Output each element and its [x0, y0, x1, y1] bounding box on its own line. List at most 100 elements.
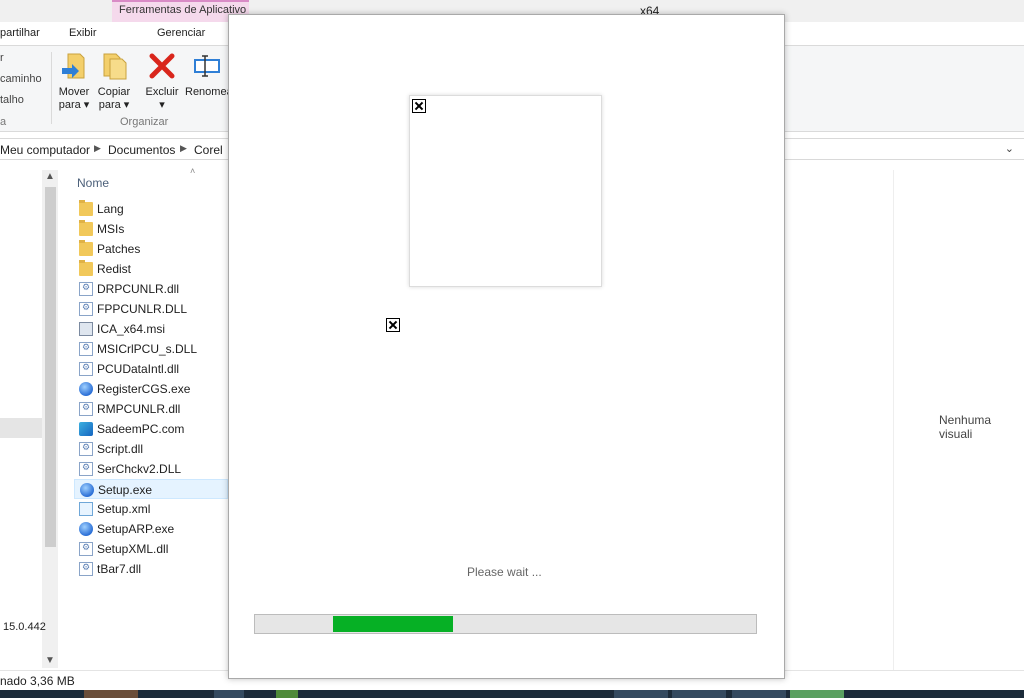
ribbon-left-label-3[interactable]: talho: [0, 94, 24, 106]
move-to-sublabel: para ▾: [58, 99, 90, 111]
file-list-item[interactable]: Patches: [74, 239, 228, 259]
xml-icon: [79, 502, 93, 516]
breadcrumb-chevron-icon[interactable]: ▶: [94, 143, 101, 154]
file-name: Setup.xml: [97, 502, 151, 516]
file-name: RegisterCGS.exe: [97, 382, 191, 396]
dll-icon: [79, 282, 93, 296]
file-name: SerChckv2.DLL: [97, 462, 182, 476]
preview-pane-message: Nenhuma visuali: [939, 413, 992, 441]
taskbar-app-button[interactable]: [790, 690, 844, 698]
file-list-item[interactable]: RMPCUNLR.dll: [74, 399, 228, 419]
taskbar-app-button[interactable]: [672, 690, 726, 698]
nav-selected-item[interactable]: [0, 418, 42, 438]
file-list-item[interactable]: MSICrlPCU_s.DLL: [74, 339, 228, 359]
move-to-label: Mover: [58, 86, 90, 98]
dll-icon: [79, 362, 93, 376]
file-name: tBar7.dll: [97, 562, 142, 576]
progress-bar: [254, 614, 757, 634]
file-name: SetupARP.exe: [97, 522, 175, 536]
please-wait-text: Please wait ...: [467, 565, 542, 579]
progress-bar-fill: [332, 616, 453, 632]
file-list-item[interactable]: Script.dll: [74, 439, 228, 459]
exe-icon: [79, 522, 93, 536]
broken-image-icon: [412, 99, 426, 113]
file-list-item[interactable]: RegisterCGS.exe: [74, 379, 228, 399]
folder-icon: [79, 240, 93, 256]
taskbar-app-button[interactable]: [84, 690, 138, 698]
delete-x-icon: [149, 53, 175, 79]
nav-scrollbar-thumb[interactable]: [45, 187, 56, 547]
file-list-item[interactable]: Redist: [74, 259, 228, 279]
dll-icon: [79, 402, 93, 416]
delete-button[interactable]: Excluir ▾: [141, 50, 183, 112]
file-list-item[interactable]: FPPCUNLR.DLL: [74, 299, 228, 319]
ribbon-left-label-1[interactable]: r: [0, 52, 4, 64]
com-icon: [79, 422, 93, 436]
file-name: MSIs: [97, 222, 125, 236]
sort-ascending-icon: ˄: [190, 166, 196, 176]
file-list-item[interactable]: MSIs: [74, 219, 228, 239]
copy-to-folder-icon: [103, 53, 127, 80]
move-to-button[interactable]: Mover para ▾: [53, 50, 95, 112]
tab-view[interactable]: Exibir: [69, 27, 97, 39]
scroll-up-icon[interactable]: ▲: [45, 171, 55, 182]
file-name: Setup.exe: [98, 483, 153, 497]
dll-icon: [79, 562, 93, 576]
delete-label: Excluir: [145, 86, 179, 98]
rename-label: Renomear: [185, 86, 229, 98]
file-list-item[interactable]: Lang: [74, 199, 228, 219]
preview-divider: [893, 170, 894, 670]
file-list-item[interactable]: SadeemPC.com: [74, 419, 228, 439]
tab-manage[interactable]: Gerenciar: [157, 27, 205, 39]
dll-icon: [79, 442, 93, 456]
file-name: ICA_x64.msi: [97, 322, 166, 336]
breadcrumb-my-computer[interactable]: Meu computador: [0, 143, 90, 157]
file-list-item[interactable]: PCUDataIntl.dll: [74, 359, 228, 379]
scroll-down-icon[interactable]: ▼: [45, 655, 55, 666]
folder-icon: [79, 220, 93, 236]
taskbar-app-button[interactable]: [214, 690, 244, 698]
status-text: nado 3,36 MB: [0, 674, 75, 688]
ribbon-left-label-2[interactable]: caminho: [0, 73, 42, 85]
taskbar-app-button[interactable]: [276, 690, 298, 698]
exe-icon: [79, 382, 93, 396]
dll-icon: [79, 302, 93, 316]
copy-to-sublabel: para ▾: [98, 99, 130, 111]
file-name: SetupXML.dll: [97, 542, 169, 556]
file-list-item[interactable]: SerChckv2.DLL: [74, 459, 228, 479]
address-dropdown-icon[interactable]: ⌄: [1005, 142, 1014, 155]
taskbar: [0, 690, 1024, 698]
file-list-item[interactable]: DRPCUNLR.dll: [74, 279, 228, 299]
file-list-item[interactable]: Setup.exe: [74, 479, 228, 499]
exe-icon: [80, 483, 94, 497]
splash-image-frame: [409, 95, 602, 287]
copy-to-button[interactable]: Copiar para ▾: [93, 50, 135, 112]
file-list-item[interactable]: ICA_x64.msi: [74, 319, 228, 339]
file-list-item[interactable]: tBar7.dll: [74, 559, 228, 579]
group-label-organize: Organizar: [120, 116, 169, 128]
file-list-item[interactable]: Setup.xml: [74, 499, 228, 519]
tab-share[interactable]: partilhar: [0, 27, 40, 39]
rename-button[interactable]: Renomear: [185, 50, 229, 99]
file-list-item[interactable]: SetupARP.exe: [74, 519, 228, 539]
file-name: Lang: [97, 202, 124, 216]
ribbon-separator: [51, 52, 52, 124]
column-header-name[interactable]: Nome: [77, 176, 109, 190]
breadcrumb-chevron-icon[interactable]: ▶: [180, 143, 187, 154]
taskbar-app-button[interactable]: [614, 690, 668, 698]
file-list-item[interactable]: SetupXML.dll: [74, 539, 228, 559]
breadcrumb-corel[interactable]: Corel: [194, 143, 223, 157]
folder-icon: [79, 260, 93, 276]
file-name: DRPCUNLR.dll: [97, 282, 180, 296]
nav-version-label: 15.0.442: [3, 621, 46, 633]
folder-icon: [79, 200, 93, 216]
breadcrumb-documents[interactable]: Documentos: [108, 143, 175, 157]
file-name: Script.dll: [97, 442, 144, 456]
file-name: Redist: [97, 262, 132, 276]
taskbar-app-button[interactable]: [732, 690, 786, 698]
move-to-folder-icon: [62, 53, 85, 79]
ribbon-left-group-label: a: [0, 116, 7, 128]
file-name: PCUDataIntl.dll: [97, 362, 180, 376]
dll-icon: [79, 342, 93, 356]
file-name: FPPCUNLR.DLL: [97, 302, 188, 316]
